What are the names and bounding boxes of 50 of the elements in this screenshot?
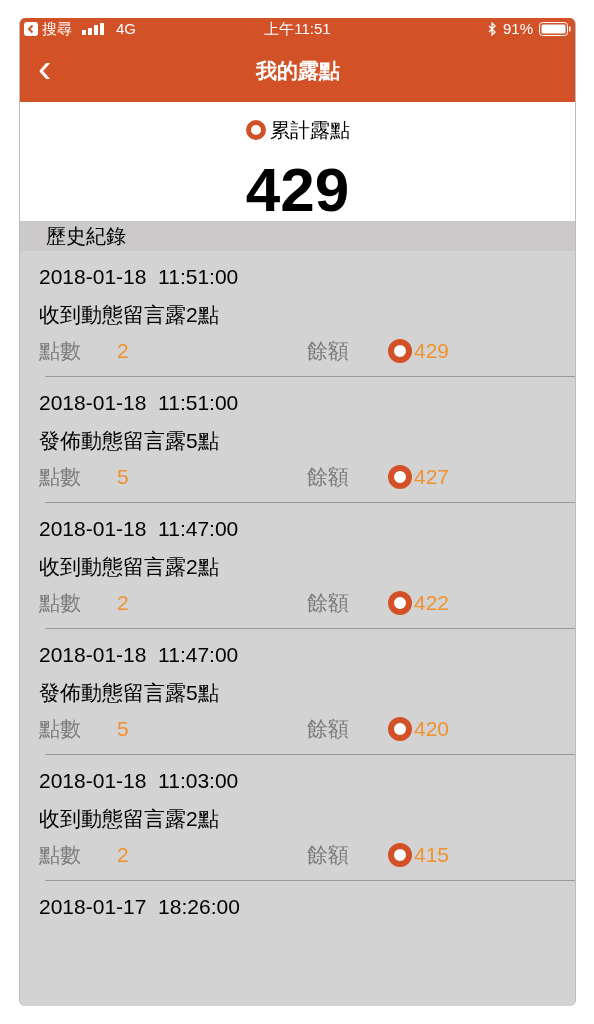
total-points: 429 bbox=[245, 159, 350, 221]
record-datetime: 2018-01-18 11:51:00 bbox=[39, 264, 239, 290]
signal-icon bbox=[82, 23, 104, 35]
balance-label: 餘額 bbox=[307, 590, 350, 617]
balance-label: 餘額 bbox=[307, 338, 350, 365]
dew-point-icon bbox=[388, 843, 412, 867]
dew-point-icon bbox=[388, 717, 412, 741]
record-description: 發佈動態留言露5點 bbox=[39, 428, 219, 454]
balance-value: 429 bbox=[414, 338, 450, 365]
points-value: 2 bbox=[117, 338, 130, 365]
record-datetime: 2018-01-17 18:26:00 bbox=[39, 894, 240, 920]
balance-label: 餘額 bbox=[307, 464, 350, 491]
status-time: 上午11:51 bbox=[264, 18, 331, 39]
bluetooth-icon bbox=[487, 22, 497, 36]
record-datetime: 2018-01-18 11:47:00 bbox=[39, 642, 239, 668]
back-button[interactable]: ‹ bbox=[38, 48, 52, 94]
points-label: 點數 bbox=[39, 464, 82, 491]
points-label: 點數 bbox=[39, 338, 82, 365]
back-app-label[interactable]: 搜尋 bbox=[42, 18, 72, 41]
section-header: 歷史紀錄 bbox=[46, 224, 126, 249]
points-label: 點數 bbox=[39, 716, 82, 743]
record-datetime: 2018-01-18 11:47:00 bbox=[39, 516, 239, 542]
battery-icon bbox=[539, 22, 571, 36]
record-description: 收到動態留言露2點 bbox=[39, 554, 219, 580]
record-datetime: 2018-01-18 11:03:00 bbox=[39, 768, 239, 794]
back-app-icon[interactable] bbox=[24, 22, 38, 36]
record-description: 收到動態留言露2點 bbox=[39, 302, 219, 328]
record-datetime: 2018-01-18 11:51:00 bbox=[39, 390, 239, 416]
page-title: 我的露點 bbox=[255, 58, 340, 85]
balance-value: 415 bbox=[414, 842, 450, 869]
battery-percent: 91% bbox=[502, 18, 533, 39]
points-value: 2 bbox=[117, 590, 130, 617]
record-description: 收到動態留言露2點 bbox=[39, 806, 219, 832]
balance-value: 422 bbox=[414, 590, 450, 617]
network-label: 4G bbox=[116, 18, 136, 39]
balance-label: 餘額 bbox=[307, 716, 350, 743]
points-value: 5 bbox=[117, 464, 130, 491]
balance-value: 420 bbox=[414, 716, 450, 743]
points-label: 點數 bbox=[39, 590, 82, 617]
record-description: 發佈動態留言露5點 bbox=[39, 680, 219, 706]
dew-point-icon bbox=[388, 465, 412, 489]
balance-value: 427 bbox=[414, 464, 450, 491]
points-value: 5 bbox=[117, 716, 130, 743]
total-label: 累計露點 bbox=[269, 118, 350, 143]
dew-point-icon bbox=[388, 339, 412, 363]
dew-point-icon bbox=[388, 591, 412, 615]
balance-label: 餘額 bbox=[307, 842, 350, 869]
points-value: 2 bbox=[117, 842, 130, 869]
dew-point-icon bbox=[245, 120, 266, 140]
points-label: 點數 bbox=[39, 842, 82, 869]
